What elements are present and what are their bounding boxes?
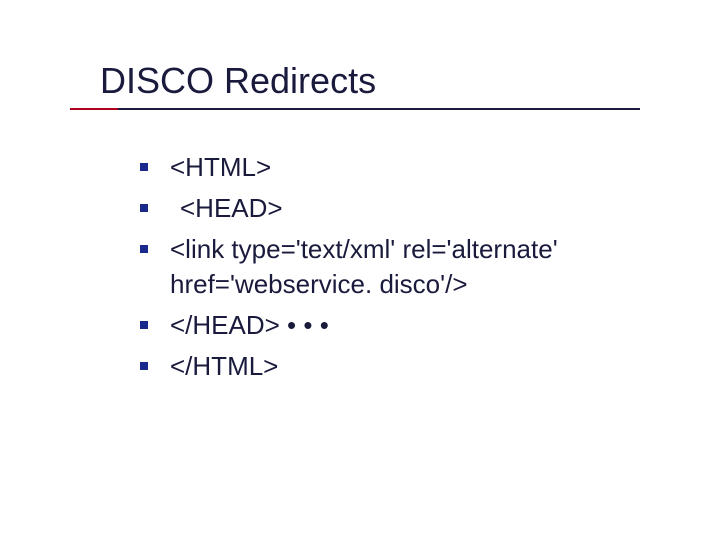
title-underline: [70, 108, 640, 110]
title-accent: [70, 108, 118, 110]
list-item: </HEAD> • • •: [140, 308, 620, 343]
list-item: <HTML>: [140, 150, 620, 185]
bullet-icon: [140, 204, 148, 212]
list-item-text: <HEAD>: [170, 191, 283, 226]
bullet-icon: [140, 245, 148, 253]
list-item-text: <link type='text/xml' rel='alternate' hr…: [170, 232, 620, 302]
bullet-list: <HTML> <HEAD> <link type='text/xml' rel=…: [100, 150, 620, 385]
list-item-text: <HTML>: [170, 150, 271, 185]
list-item-text: </HEAD> • • •: [170, 308, 329, 343]
bullet-icon: [140, 163, 148, 171]
bullet-icon: [140, 362, 148, 370]
list-item-text: </HTML>: [170, 349, 278, 384]
list-item: <link type='text/xml' rel='alternate' hr…: [140, 232, 620, 302]
slide-title: DISCO Redirects: [100, 60, 620, 110]
bullet-icon: [140, 321, 148, 329]
list-item: </HTML>: [140, 349, 620, 384]
title-container: DISCO Redirects: [100, 60, 620, 110]
list-item: <HEAD>: [140, 191, 620, 226]
